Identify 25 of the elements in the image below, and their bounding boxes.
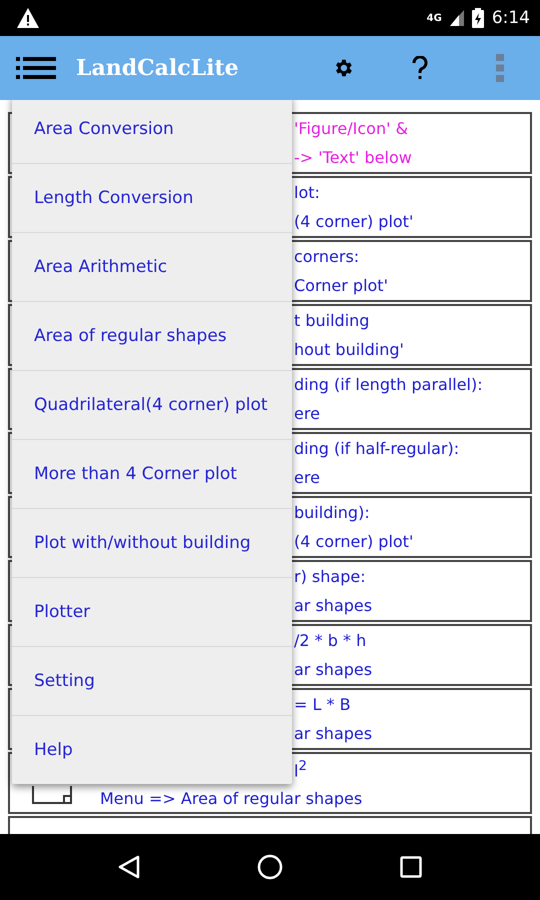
row-title: /2 * b * h <box>294 630 368 652</box>
network-label: 4G <box>426 12 442 24</box>
row-subtitle: ar shapes <box>294 722 372 744</box>
row-title: l$^{2}$ <box>293 758 308 783</box>
row-subtitle: ere <box>294 466 321 488</box>
row-title: 'Figure/Icon' & <box>294 118 410 140</box>
row-title: corners: <box>294 246 360 268</box>
row-title: ding (if length parallel): <box>294 374 483 396</box>
row-title: = L * B <box>294 694 352 716</box>
row-title: r) shape: <box>294 566 367 588</box>
row-subtitle: ere <box>294 402 321 424</box>
row-subtitle: ar shapes <box>294 658 372 680</box>
row-subtitle: (4 corner) plot' <box>294 530 414 552</box>
row-subtitle: Menu => Area of regular shapes <box>100 788 362 810</box>
row-subtitle: ar shapes <box>294 594 372 616</box>
row-title: ding (if half-regular): <box>294 438 460 460</box>
row-title: t building <box>294 310 370 332</box>
row-title: building): <box>294 502 371 524</box>
row-subtitle: hout building' <box>294 338 404 360</box>
row-subtitle: -> 'Text' below <box>294 146 412 168</box>
row-subtitle: Corner plot' <box>294 274 388 296</box>
clock: 6:14 <box>492 8 530 28</box>
row-subtitle: (4 corner) plot' <box>294 210 414 232</box>
app-title: LandCalcLite <box>76 55 239 81</box>
row-title: lot: <box>294 182 321 204</box>
